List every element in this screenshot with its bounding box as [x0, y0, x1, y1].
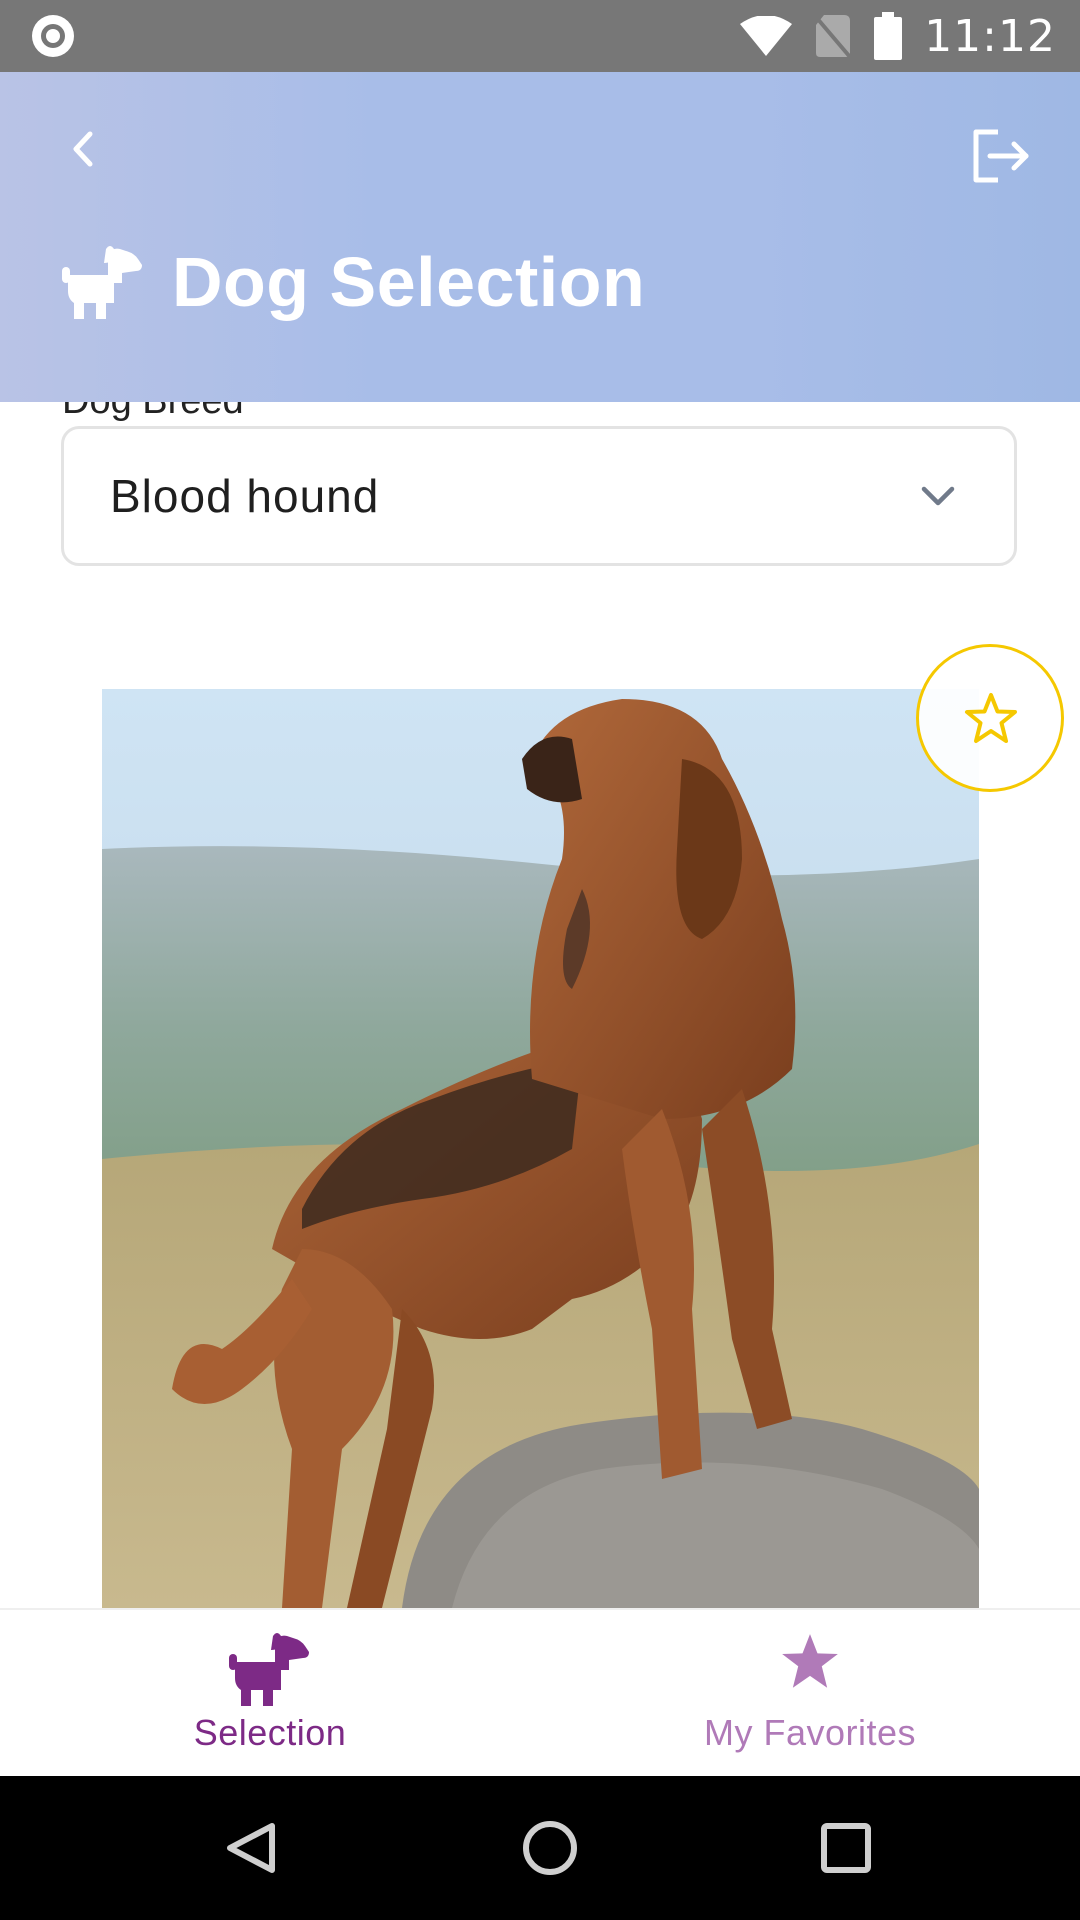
- content-area: Dog Breed Blood hound: [0, 402, 1080, 1608]
- system-nav-bar: [0, 1776, 1080, 1920]
- no-sim-icon: [814, 15, 852, 59]
- notification-dot-icon: [32, 15, 74, 57]
- app-header: Dog Selection: [0, 72, 1080, 402]
- nav-label-selection: Selection: [193, 1712, 347, 1753]
- bottom-nav: Selection My Favorites: [0, 1608, 1080, 1778]
- wifi-icon: [740, 16, 793, 56]
- dog-icon: [229, 1633, 309, 1706]
- star-outline-icon: [965, 693, 1017, 743]
- status-bar: 11:12: [0, 0, 1080, 72]
- star-icon: [782, 1634, 838, 1688]
- nav-item-selection[interactable]: Selection: [0, 1610, 540, 1778]
- dog-photo: [102, 689, 979, 1608]
- favorite-button[interactable]: [916, 644, 1064, 792]
- status-time: 11:12: [924, 10, 1056, 62]
- battery-icon: [874, 12, 903, 60]
- page-title: Dog Selection: [172, 243, 646, 321]
- home-circle-icon[interactable]: [490, 1776, 610, 1920]
- dog-icon: [62, 246, 142, 319]
- chevron-down-icon: [921, 486, 955, 506]
- screen: 11:12 Dog Selection D: [0, 0, 1080, 1920]
- nav-item-my-favorites[interactable]: My Favorites: [540, 1610, 1080, 1778]
- breed-select-value: Blood hound: [110, 470, 380, 522]
- recents-square-icon[interactable]: [786, 1776, 906, 1920]
- breed-select[interactable]: Blood hound: [61, 426, 1017, 566]
- title-row: Dog Selection: [62, 242, 645, 322]
- back-triangle-icon[interactable]: [190, 1776, 310, 1920]
- logout-icon[interactable]: [968, 124, 1032, 188]
- nav-label-my-favorites: My Favorites: [703, 1712, 917, 1753]
- status-icons: 11:12: [740, 0, 1056, 72]
- breed-field-label: Dog Breed: [62, 402, 244, 423]
- chevron-left-icon[interactable]: [60, 124, 110, 174]
